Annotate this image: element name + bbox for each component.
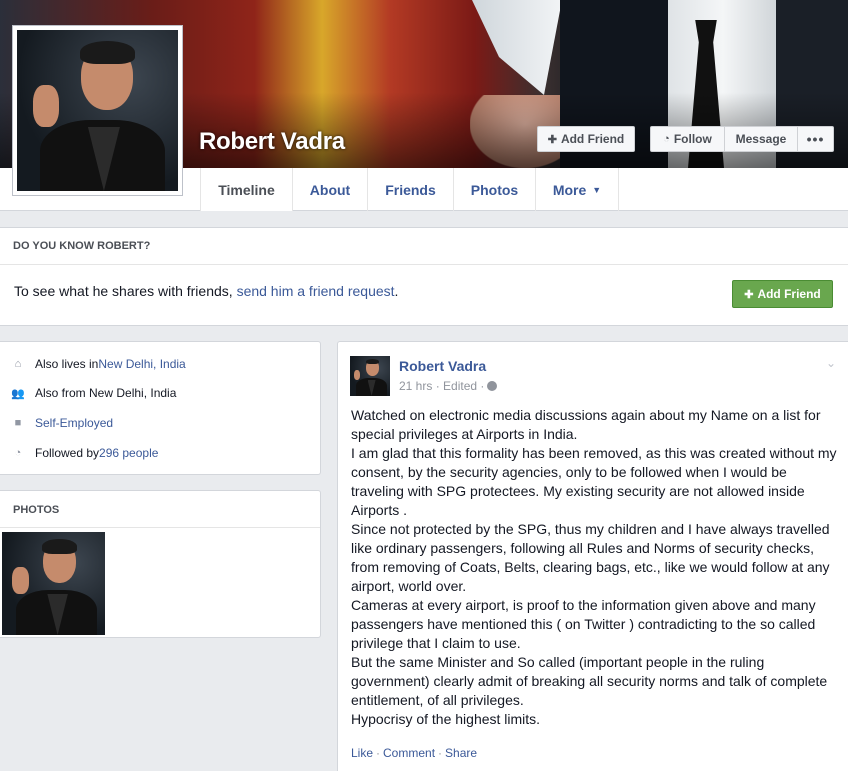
post-author[interactable]: Robert Vadra: [399, 358, 486, 374]
share-link[interactable]: Share: [445, 746, 477, 760]
post-edited[interactable]: Edited: [443, 379, 477, 393]
post-line: Cameras at every airport, is proof to th…: [351, 597, 816, 651]
post-line: Watched on electronic media discussions …: [351, 407, 821, 442]
tab-about[interactable]: About: [292, 168, 367, 211]
add-friend-icon: ✚: [744, 288, 754, 301]
post-card: Robert Vadra 21 hrs · Edited · ⌄ Watched…: [337, 341, 848, 771]
city-link[interactable]: New Delhi, India: [98, 357, 185, 371]
photos-card: PHOTOS: [0, 490, 321, 638]
photos-heading[interactable]: PHOTOS: [13, 504, 59, 516]
post-line: But the same Minister and So called (imp…: [351, 654, 828, 708]
chevron-down-icon[interactable]: ⌄: [826, 356, 836, 370]
rss-icon: ◔: [663, 133, 670, 145]
add-friend-button-green[interactable]: ✚ Add Friend: [732, 280, 833, 308]
prompt-heading: DO YOU KNOW ROBERT?: [13, 240, 151, 252]
chevron-down-icon: ▼: [592, 184, 602, 195]
intro-card: ⌂ Also lives in New Delhi, India 👥 Also …: [0, 341, 321, 475]
post-avatar[interactable]: [350, 356, 390, 396]
briefcase-icon: ■: [14, 417, 22, 429]
profile-picture[interactable]: [12, 25, 183, 196]
tab-photos[interactable]: Photos: [453, 168, 535, 211]
message-button[interactable]: Message: [724, 126, 798, 152]
intro-from: 👥 Also from New Delhi, India: [11, 386, 177, 400]
send-friend-request-link[interactable]: send him a friend request: [237, 283, 395, 299]
prompt-text: To see what he shares with friends, send…: [14, 283, 399, 299]
followers-link[interactable]: 296 people: [99, 446, 158, 460]
intro-lives-in: ⌂ Also lives in New Delhi, India: [11, 357, 186, 371]
globe-icon[interactable]: [487, 381, 498, 391]
tab-timeline[interactable]: Timeline: [200, 168, 292, 211]
add-friend-button[interactable]: ✚ Add Friend: [537, 126, 635, 152]
photo-thumbnail[interactable]: [2, 532, 105, 635]
divider: [0, 264, 848, 265]
follow-button[interactable]: ◔ Follow: [650, 126, 725, 152]
post-line: I am glad that this formality has been r…: [351, 445, 837, 518]
add-friend-icon: ✚: [547, 133, 557, 146]
rss-icon: ◔: [14, 447, 22, 459]
comment-link[interactable]: Comment: [383, 746, 435, 760]
people-icon: 👥: [11, 387, 25, 400]
intro-followers: ◔ Followed by 296 people: [11, 446, 159, 460]
more-options-button[interactable]: •••: [797, 126, 834, 152]
post-time[interactable]: 21 hrs: [399, 379, 432, 393]
profile-name[interactable]: Robert Vadra: [199, 128, 345, 156]
add-friend-label: Add Friend: [560, 132, 625, 146]
friend-request-prompt: DO YOU KNOW ROBERT? To see what he share…: [0, 227, 848, 326]
post-meta: 21 hrs · Edited ·: [399, 379, 498, 393]
add-friend-label: Add Friend: [757, 287, 821, 301]
follow-label: Follow: [673, 132, 712, 146]
post-line: Hypocrisy of the highest limits.: [351, 711, 541, 727]
tab-friends[interactable]: Friends: [367, 168, 453, 211]
intro-work: ■ Self-Employed: [11, 416, 113, 430]
tab-more[interactable]: More ▼: [535, 168, 619, 211]
tab-more-label: More: [552, 181, 587, 198]
like-link[interactable]: Like: [351, 746, 373, 760]
work-link[interactable]: Self-Employed: [35, 416, 113, 430]
post-line: Since not protected by the SPG, thus my …: [351, 521, 830, 594]
home-icon: ⌂: [14, 358, 22, 370]
post-body: Watched on electronic media discussions …: [351, 406, 843, 729]
post-actions: Like · Comment · Share: [351, 746, 478, 760]
divider: [0, 527, 320, 528]
